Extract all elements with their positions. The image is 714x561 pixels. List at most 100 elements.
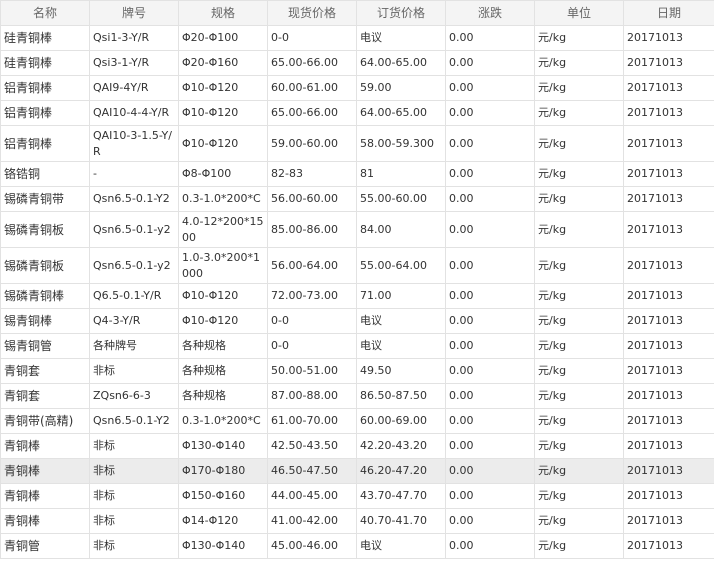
- cell-grade: Qsn6.5-0.1-y2: [89, 247, 179, 284]
- cell-spot-price: 42.50-43.50: [267, 433, 357, 459]
- header-row: 名称 牌号 规格 现货价格 订货价格 涨跌 单位 日期: [0, 0, 714, 26]
- cell-spot-price: 0-0: [267, 333, 357, 359]
- cell-change: 0.00: [445, 333, 535, 359]
- cell-order-price: 59.00: [356, 75, 446, 101]
- header-name: 名称: [0, 0, 90, 26]
- cell-date: 20171013: [623, 50, 714, 76]
- cell-date: 20171013: [623, 333, 714, 359]
- cell-unit: 元/kg: [534, 308, 624, 334]
- table-row: 青铜棒 非标 Φ14-Φ120 41.00-42.00 40.70-41.70 …: [0, 508, 714, 534]
- cell-grade: 非标: [89, 533, 179, 559]
- cell-spec: Φ130-Φ140: [178, 533, 268, 559]
- table-row: 青铜棒 非标 Φ130-Φ140 42.50-43.50 42.20-43.20…: [0, 433, 714, 459]
- cell-name: 硅青铜棒: [0, 25, 90, 51]
- cell-change: 0.00: [445, 125, 535, 162]
- cell-spec: Φ150-Φ160: [178, 483, 268, 509]
- cell-unit: 元/kg: [534, 508, 624, 534]
- cell-spot-price: 46.50-47.50: [267, 458, 357, 484]
- cell-date: 20171013: [623, 408, 714, 434]
- cell-order-price: 64.00-65.00: [356, 100, 446, 126]
- header-grade: 牌号: [89, 0, 179, 26]
- cell-spec: Φ10-Φ120: [178, 100, 268, 126]
- cell-spot-price: 59.00-60.00: [267, 125, 357, 162]
- cell-spec: Φ170-Φ180: [178, 458, 268, 484]
- cell-spec: Φ10-Φ120: [178, 125, 268, 162]
- table-row: 锡青铜棒 Q4-3-Y/R Φ10-Φ120 0-0 电议 0.00 元/kg …: [0, 308, 714, 334]
- cell-grade: Qsn6.5-0.1-Y2: [89, 408, 179, 434]
- cell-spot-price: 56.00-64.00: [267, 247, 357, 284]
- cell-grade: Q6.5-0.1-Y/R: [89, 283, 179, 309]
- table-row: 青铜套 非标 各种规格 50.00-51.00 49.50 0.00 元/kg …: [0, 358, 714, 384]
- cell-grade: 非标: [89, 483, 179, 509]
- cell-grade: Qsi3-1-Y/R: [89, 50, 179, 76]
- cell-change: 0.00: [445, 508, 535, 534]
- cell-grade: QAI9-4Y/R: [89, 75, 179, 101]
- cell-name: 青铜套: [0, 358, 90, 384]
- table-row: 锡磷青铜棒 Q6.5-0.1-Y/R Φ10-Φ120 72.00-73.00 …: [0, 283, 714, 309]
- cell-unit: 元/kg: [534, 383, 624, 409]
- cell-spot-price: 61.00-70.00: [267, 408, 357, 434]
- cell-spot-price: 85.00-86.00: [267, 211, 357, 248]
- cell-order-price: 71.00: [356, 283, 446, 309]
- cell-order-price: 电议: [356, 533, 446, 559]
- cell-grade: 非标: [89, 433, 179, 459]
- cell-grade: 非标: [89, 458, 179, 484]
- cell-grade: 非标: [89, 508, 179, 534]
- cell-spec: Φ10-Φ120: [178, 283, 268, 309]
- cell-spot-price: 0-0: [267, 308, 357, 334]
- price-table: 名称 牌号 规格 现货价格 订货价格 涨跌 单位 日期 硅青铜棒 Qsi1-3-…: [0, 0, 714, 559]
- header-spot-price: 现货价格: [267, 0, 357, 26]
- cell-date: 20171013: [623, 161, 714, 187]
- header-unit: 单位: [534, 0, 624, 26]
- cell-unit: 元/kg: [534, 283, 624, 309]
- cell-order-price: 40.70-41.70: [356, 508, 446, 534]
- cell-spec: 各种规格: [178, 333, 268, 359]
- cell-spec: 各种规格: [178, 358, 268, 384]
- cell-change: 0.00: [445, 358, 535, 384]
- cell-change: 0.00: [445, 308, 535, 334]
- cell-spot-price: 41.00-42.00: [267, 508, 357, 534]
- cell-unit: 元/kg: [534, 247, 624, 284]
- cell-grade: 非标: [89, 358, 179, 384]
- cell-name: 青铜棒: [0, 458, 90, 484]
- cell-spec: 0.3-1.0*200*C: [178, 186, 268, 212]
- cell-name: 铬锆铜: [0, 161, 90, 187]
- table-row: 青铜管 非标 Φ130-Φ140 45.00-46.00 电议 0.00 元/k…: [0, 533, 714, 559]
- cell-order-price: 58.00-59.300: [356, 125, 446, 162]
- table-row: 硅青铜棒 Qsi1-3-Y/R Φ20-Φ100 0-0 电议 0.00 元/k…: [0, 25, 714, 51]
- cell-order-price: 60.00-69.00: [356, 408, 446, 434]
- cell-date: 20171013: [623, 247, 714, 284]
- cell-unit: 元/kg: [534, 161, 624, 187]
- cell-name: 铝青铜棒: [0, 75, 90, 101]
- cell-change: 0.00: [445, 100, 535, 126]
- table-row: 铝青铜棒 QAI9-4Y/R Φ10-Φ120 60.00-61.00 59.0…: [0, 75, 714, 101]
- cell-name: 锡磷青铜棒: [0, 283, 90, 309]
- cell-date: 20171013: [623, 508, 714, 534]
- cell-unit: 元/kg: [534, 125, 624, 162]
- cell-change: 0.00: [445, 186, 535, 212]
- cell-order-price: 电议: [356, 333, 446, 359]
- cell-name: 锡磷青铜带: [0, 186, 90, 212]
- cell-order-price: 46.20-47.20: [356, 458, 446, 484]
- cell-name: 青铜套: [0, 383, 90, 409]
- cell-change: 0.00: [445, 458, 535, 484]
- cell-unit: 元/kg: [534, 211, 624, 248]
- cell-change: 0.00: [445, 483, 535, 509]
- cell-change: 0.00: [445, 533, 535, 559]
- cell-order-price: 42.20-43.20: [356, 433, 446, 459]
- cell-unit: 元/kg: [534, 408, 624, 434]
- cell-date: 20171013: [623, 283, 714, 309]
- table-row: 青铜棒 非标 Φ150-Φ160 44.00-45.00 43.70-47.70…: [0, 483, 714, 509]
- cell-date: 20171013: [623, 125, 714, 162]
- cell-date: 20171013: [623, 458, 714, 484]
- cell-name: 铝青铜棒: [0, 125, 90, 162]
- cell-spot-price: 44.00-45.00: [267, 483, 357, 509]
- table-row-highlighted[interactable]: 青铜棒 非标 Φ170-Φ180 46.50-47.50 46.20-47.20…: [0, 458, 714, 484]
- cell-unit: 元/kg: [534, 533, 624, 559]
- cell-change: 0.00: [445, 408, 535, 434]
- cell-spec: Φ20-Φ160: [178, 50, 268, 76]
- cell-change: 0.00: [445, 247, 535, 284]
- cell-change: 0.00: [445, 211, 535, 248]
- cell-date: 20171013: [623, 75, 714, 101]
- cell-order-price: 84.00: [356, 211, 446, 248]
